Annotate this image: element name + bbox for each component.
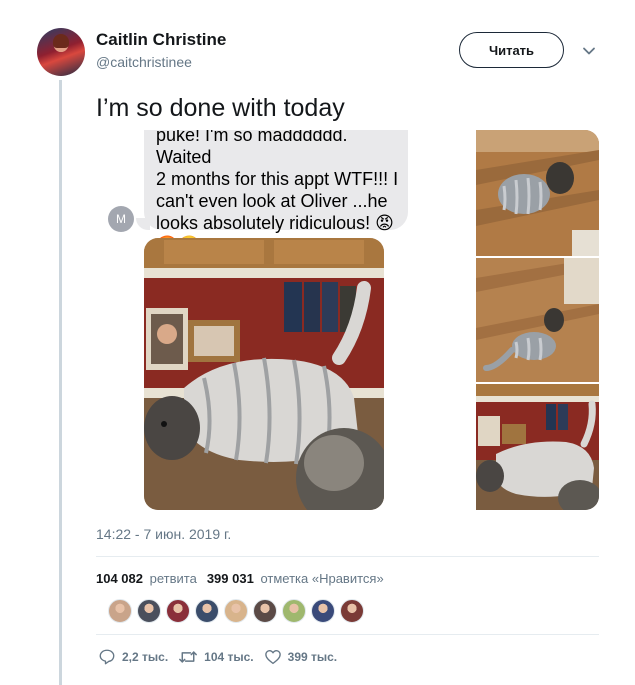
retweet-button[interactable]: 104 тыс. bbox=[178, 648, 254, 666]
liker-avatar[interactable] bbox=[137, 599, 161, 623]
divider bbox=[96, 556, 599, 557]
reply-icon bbox=[99, 649, 115, 665]
message-line: can't even look at Oliver ...he bbox=[156, 191, 388, 211]
user-info: Caitlin Christine @caitchristinee bbox=[96, 30, 226, 70]
tweet-timestamp[interactable]: 14:22 - 7 июн. 2019 г. bbox=[96, 526, 231, 542]
follow-button[interactable]: Читать bbox=[459, 32, 564, 68]
retweet-count: 104 тыс. bbox=[204, 650, 254, 664]
retweets-label: ретвита bbox=[149, 571, 197, 586]
bubble-tail bbox=[136, 218, 150, 230]
retweet-icon bbox=[179, 651, 198, 663]
tweet-stats: 104 082 ретвита 399 031 отметка «Нравитс… bbox=[96, 571, 384, 586]
likes-count: 399 031 bbox=[206, 571, 254, 586]
tweet-actions: 2,2 тыс. 104 тыс. 399 тыс. bbox=[98, 648, 347, 666]
media-thumb-3[interactable] bbox=[476, 384, 599, 510]
like-count: 399 тыс. bbox=[287, 650, 338, 664]
reply-count: 2,2 тыс. bbox=[122, 650, 169, 664]
display-name[interactable]: Caitlin Christine bbox=[96, 30, 226, 50]
message-bubble: puke! I'm so madddddd. Waited 2 months f… bbox=[144, 130, 408, 255]
liker-avatar[interactable] bbox=[282, 599, 306, 623]
liker-avatar[interactable] bbox=[195, 599, 219, 623]
message-line: 2 months for this appt WTF!!! I bbox=[156, 169, 399, 189]
reply-button[interactable]: 2,2 тыс. bbox=[98, 648, 168, 666]
message-line: puke! I'm so madddddd. Waited bbox=[156, 130, 348, 167]
liker-avatar[interactable] bbox=[108, 599, 132, 623]
dog-photo bbox=[144, 238, 384, 510]
avatar[interactable] bbox=[37, 28, 85, 76]
media-thumb-2[interactable] bbox=[476, 258, 599, 382]
user-handle[interactable]: @caitchristinee bbox=[96, 54, 226, 70]
message-line: looks absolutely ridiculous! 😡 bbox=[156, 213, 394, 233]
liker-avatar[interactable] bbox=[253, 599, 277, 623]
media-main-image[interactable]: puke! I'm so madddddd. Waited 2 months f… bbox=[96, 130, 472, 510]
retweets-count: 104 082 bbox=[96, 571, 143, 586]
liker-avatar[interactable] bbox=[224, 599, 248, 623]
divider bbox=[96, 634, 599, 635]
liker-avatar[interactable] bbox=[311, 599, 335, 623]
liker-avatar[interactable] bbox=[340, 599, 364, 623]
tweet-text: I’m so done with today bbox=[96, 94, 345, 122]
like-button[interactable]: 399 тыс. bbox=[264, 648, 338, 666]
liker-avatars bbox=[108, 599, 364, 623]
likes-label: отметка «Нравится» bbox=[260, 571, 384, 586]
thread-line bbox=[59, 80, 62, 685]
liker-avatar[interactable] bbox=[166, 599, 190, 623]
media-thumb-1[interactable] bbox=[476, 130, 599, 256]
sender-avatar: M bbox=[108, 206, 134, 232]
media-side-images bbox=[476, 130, 599, 510]
tweet-media[interactable]: puke! I'm so madddddd. Waited 2 months f… bbox=[96, 130, 599, 510]
like-icon bbox=[264, 650, 281, 665]
likes-stat[interactable]: 399 031 отметка «Нравится» bbox=[207, 571, 384, 586]
caret-down-icon[interactable] bbox=[582, 44, 596, 58]
retweets-stat[interactable]: 104 082 ретвита bbox=[96, 571, 197, 586]
